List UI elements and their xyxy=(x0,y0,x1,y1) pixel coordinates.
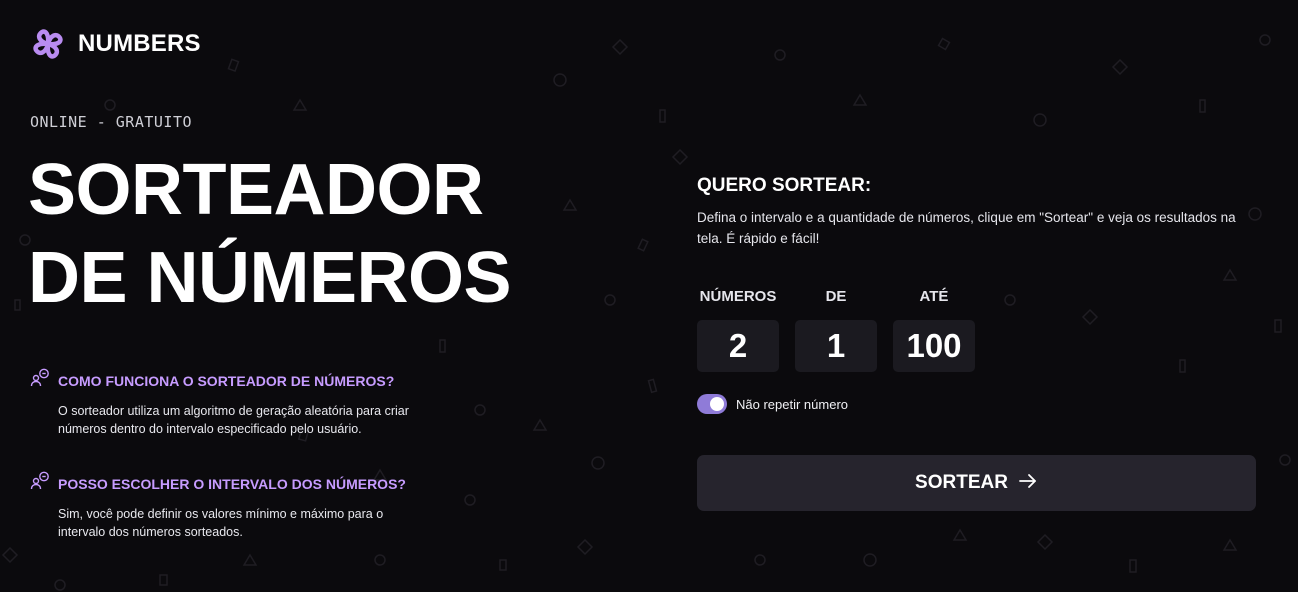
field-max: ATÉ xyxy=(893,288,975,372)
min-input[interactable] xyxy=(795,320,877,372)
faq-answer: Sim, você pode definir os valores mínimo… xyxy=(58,507,384,539)
page-title: SORTEADOR DE NÚMEROS xyxy=(28,146,512,322)
page-title-line-2: DE NÚMEROS xyxy=(28,238,512,318)
hero-eyebrow: ONLINE - GRATUITO xyxy=(30,113,193,131)
faq-item: COMO FUNCIONA O SORTEADOR DE NÚMEROS? O … xyxy=(30,368,450,438)
faq-item: POSSO ESCOLHER O INTERVALO DOS NÚMEROS? … xyxy=(30,471,450,541)
form-title: QUERO SORTEAR: xyxy=(697,175,872,196)
no-repeat-toggle[interactable] xyxy=(697,394,727,414)
form-description: Defina o intervalo e a quantidade de núm… xyxy=(697,210,1236,246)
faq-question-text: COMO FUNCIONA O SORTEADOR DE NÚMEROS? xyxy=(58,372,395,389)
people-chat-icon xyxy=(30,368,50,393)
max-input[interactable] xyxy=(893,320,975,372)
no-repeat-row: Não repetir número xyxy=(697,394,848,414)
quantity-input[interactable] xyxy=(697,320,779,372)
page-title-line-1: SORTEADOR xyxy=(28,150,484,230)
draw-form-header: QUERO SORTEAR: Defina o intervalo e a qu… xyxy=(697,175,1257,249)
field-quantity: NÚMEROS xyxy=(697,288,779,372)
draw-fields: NÚMEROS DE ATÉ xyxy=(697,288,975,372)
brand-logo[interactable]: NUMBERS xyxy=(30,26,201,62)
arrow-right-icon xyxy=(1018,471,1038,496)
brand-name: NUMBERS xyxy=(78,30,201,57)
faq-question-text: POSSO ESCOLHER O INTERVALO DOS NÚMEROS? xyxy=(58,475,406,492)
toggle-knob xyxy=(710,397,724,411)
people-chat-icon xyxy=(30,471,50,496)
logo-icon xyxy=(30,26,66,62)
field-min: DE xyxy=(795,288,877,372)
field-quantity-label: NÚMEROS xyxy=(699,288,777,305)
no-repeat-label: Não repetir número xyxy=(736,396,848,412)
draw-button-label: SORTEAR xyxy=(915,472,1008,493)
faq-question: COMO FUNCIONA O SORTEADOR DE NÚMEROS? xyxy=(30,368,450,393)
faq-answer: O sorteador utiliza um algoritmo de gera… xyxy=(58,404,409,436)
field-max-label: ATÉ xyxy=(919,288,949,305)
field-min-label: DE xyxy=(825,288,847,305)
draw-button[interactable]: SORTEAR xyxy=(697,455,1256,511)
faq-question: POSSO ESCOLHER O INTERVALO DOS NÚMEROS? xyxy=(30,471,450,496)
